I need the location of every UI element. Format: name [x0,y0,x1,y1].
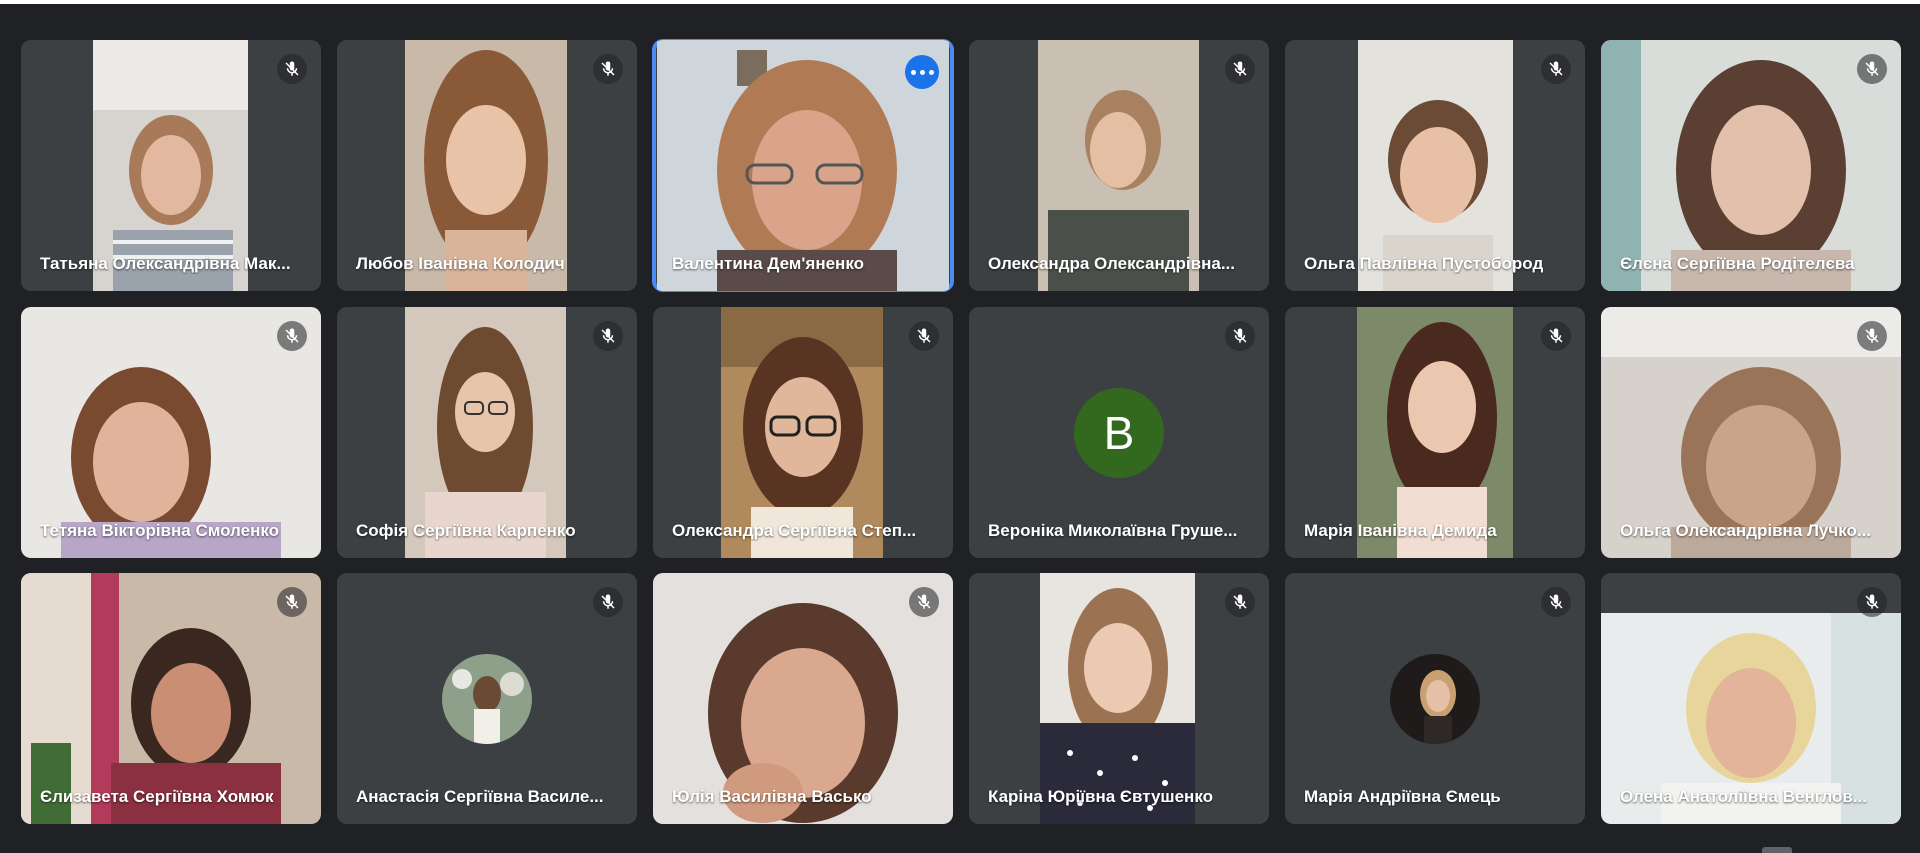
participant-name: Каріна Юріївна Євтушенко [988,787,1213,806]
participant-name: Єлєна Сергіївна Родітелєва [1620,254,1855,273]
participant-tile[interactable]: Юлія Василівна Васько [653,573,953,824]
mic-off-icon [1857,54,1887,84]
participant-name: Олена Анатоліївна Венглов... [1620,787,1867,806]
mic-off-icon [909,587,939,617]
mic-off-icon [1541,321,1571,351]
participant-tile[interactable]: Єлєна Сергіївна Родітелєва [1601,40,1901,291]
participant-name: Тетяна Вікторівна Смоленко [40,521,280,540]
mic-off-icon [277,321,307,351]
avatar [442,653,532,744]
mic-off-icon [1541,54,1571,84]
avatar: В [1074,387,1164,478]
participant-tile[interactable]: Софія Сергіївна Карпенко [337,307,637,558]
mic-off-icon [1857,321,1887,351]
participant-tile[interactable]: Ольга Павлівна Пустобород [1285,40,1585,291]
participant-tile[interactable]: Валентина Дем'яненко [652,39,954,292]
participant-name: Юлія Василівна Васько [672,787,872,806]
participant-tile[interactable]: Любов Іванівна Колодич [337,40,637,291]
participant-tile[interactable]: Олена Анатоліївна Венглов... [1601,573,1901,824]
participant-tile[interactable]: Тетяна Вікторівна Смоленко [21,307,321,558]
participant-name: Вероніка Миколаївна Груше... [988,521,1238,540]
mic-off-icon [1225,587,1255,617]
participant-name: Ольга Олександрівна Лучко... [1620,521,1872,540]
participant-name: Анастасія Сергіївна Василе... [356,787,604,806]
mic-off-icon [1225,321,1255,351]
participant-name: Ольга Павлівна Пустобород [1304,254,1544,273]
avatar [1390,653,1480,744]
mic-off-icon [1857,587,1887,617]
participant-name: Єлизавета Сергіївна Хомюк [40,787,274,806]
mic-off-icon [1225,54,1255,84]
participant-name: Олександра Сергіївна Степ... [672,521,917,540]
participant-name: Марія Андріївна Ємець [1304,787,1501,806]
mic-off-icon [909,321,939,351]
mic-off-icon [277,587,307,617]
participant-grid: Татьяна Олександрівна Мак... Любов Івані… [0,0,1920,853]
meeting-stage: Татьяна Олександрівна Мак... Любов Івані… [0,0,1920,853]
participant-name: Любов Іванівна Колодич [356,254,565,273]
participant-tile[interactable]: Марія Іванівна Демида [1285,307,1585,558]
participant-tile[interactable]: Олександра Сергіївна Степ... [653,307,953,558]
participant-tile[interactable]: Каріна Юріївна Євтушенко [969,573,1269,824]
participant-name: Татьяна Олександрівна Мак... [40,254,291,273]
participant-tile[interactable]: Анастасія Сергіївна Василе... [337,573,637,824]
participant-tile[interactable]: Олександра Олександрівна... [969,40,1269,291]
mic-off-icon [1541,587,1571,617]
mic-off-icon [593,587,623,617]
participant-name: Валентина Дем'яненко [672,254,864,273]
mic-off-icon [277,54,307,84]
participant-tile[interactable]: В Вероніка Миколаївна Груше... [969,307,1269,558]
participant-tile[interactable]: Татьяна Олександрівна Мак... [21,40,321,291]
more-options-icon[interactable] [905,55,939,89]
mic-off-icon [593,321,623,351]
scroll-hint[interactable] [1762,847,1792,853]
participant-name: Софія Сергіївна Карпенко [356,521,576,540]
participant-name: Марія Іванівна Демида [1304,521,1497,540]
participant-tile[interactable]: Марія Андріївна Ємець [1285,573,1585,824]
mic-off-icon [593,54,623,84]
participant-tile[interactable]: Єлизавета Сергіївна Хомюк [21,573,321,824]
participant-tile[interactable]: Ольга Олександрівна Лучко... [1601,307,1901,558]
participant-name: Олександра Олександрівна... [988,254,1235,273]
